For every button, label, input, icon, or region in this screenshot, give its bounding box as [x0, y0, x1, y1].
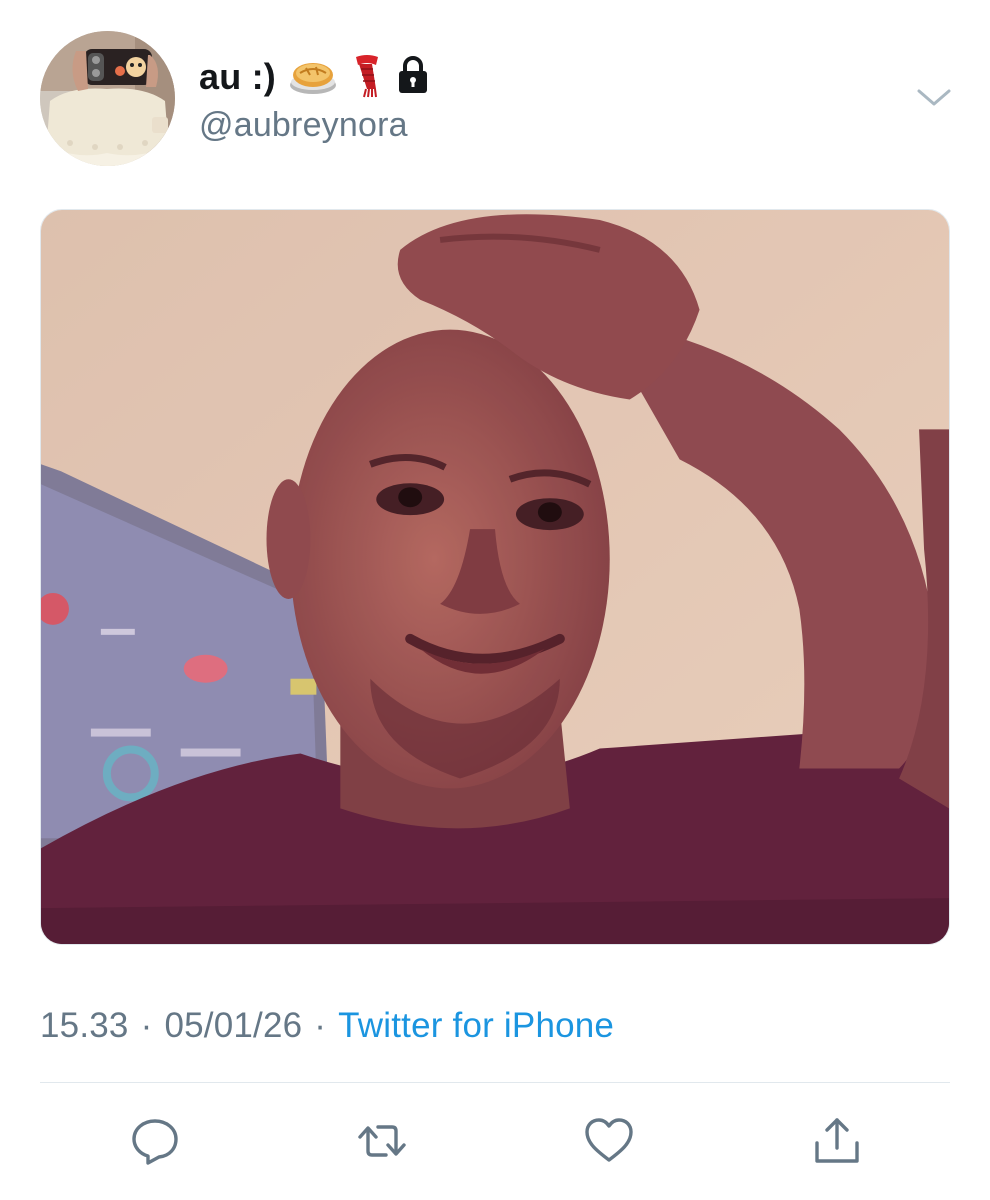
reply-icon	[132, 1119, 178, 1165]
tweet-detail: au :) @aubreynora 15.33 · 05/01/26 · Twi…	[0, 0, 990, 1200]
like-button[interactable]	[582, 1114, 636, 1168]
share-icon	[815, 1118, 859, 1163]
chevron-down-icon[interactable]	[916, 86, 952, 110]
retweet-button[interactable]	[355, 1114, 409, 1168]
retweet-icon	[358, 1125, 406, 1157]
user-names: au :) @aubreynora	[199, 52, 430, 145]
tweet-source-link[interactable]: Twitter for iPhone	[338, 1006, 614, 1046]
scarf-icon	[350, 51, 384, 104]
avatar[interactable]	[40, 31, 175, 166]
tweet-date: 05/01/26	[164, 1006, 303, 1045]
pie-icon	[288, 53, 338, 102]
meta-separator: ·	[140, 1006, 153, 1045]
avatar-image	[40, 31, 175, 166]
share-button[interactable]	[810, 1114, 864, 1168]
tweet-time: 15.33	[40, 1006, 129, 1045]
meta-separator: ·	[314, 1006, 327, 1045]
tweet-meta: 15.33 · 05/01/26 · Twitter for iPhone	[40, 1006, 614, 1046]
display-name[interactable]: au :)	[199, 56, 276, 98]
lock-icon	[396, 55, 430, 100]
display-name-row: au :)	[199, 52, 430, 102]
divider	[40, 1082, 950, 1083]
reply-button[interactable]	[128, 1114, 182, 1168]
user-handle[interactable]: @aubreynora	[199, 106, 430, 145]
like-icon	[585, 1118, 633, 1162]
photo-image	[41, 210, 949, 944]
tweet-photo[interactable]	[40, 209, 950, 945]
